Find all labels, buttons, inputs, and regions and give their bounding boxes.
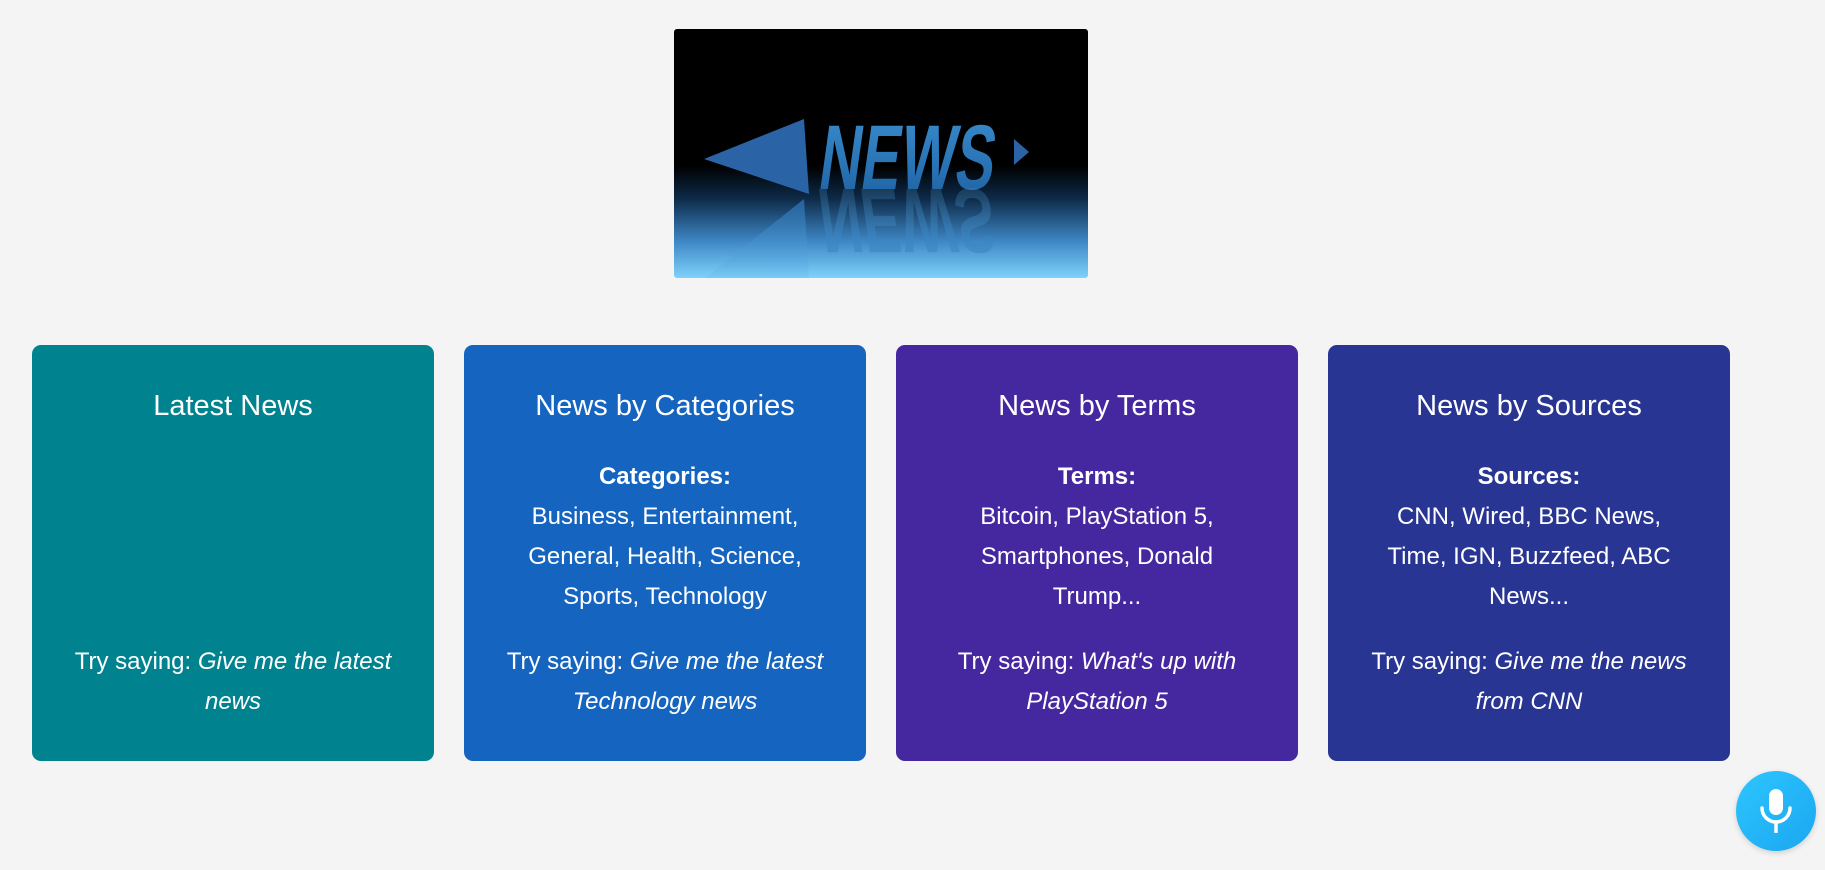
card-news-by-categories: News by Categories Categories: Business,… [464, 345, 866, 761]
card-title: News by Categories [535, 390, 795, 422]
microphone-icon [1760, 789, 1792, 833]
card-title: News by Sources [1416, 390, 1642, 422]
svg-text:NEWS: NEWS [812, 169, 1002, 272]
card-info-heading: Sources: [1477, 463, 1581, 490]
card-latest-news: Latest News Try saying: Give me the late… [32, 345, 434, 761]
card-title: Latest News [153, 390, 313, 422]
microphone-button[interactable] [1736, 771, 1816, 851]
card-example: Try saying: Give me the latest Technolog… [506, 648, 824, 715]
card-info-heading: Categories: [598, 463, 732, 490]
news-logo-image: NEWS NEWS [674, 29, 1088, 278]
card-info-heading: Terms: [1057, 463, 1137, 490]
card-news-by-sources: News by Sources Sources: CNN, Wired, BBC… [1328, 345, 1730, 761]
card-example: Try saying: What's up with PlayStation 5 [957, 648, 1237, 715]
card-info: Categories: Business, Entertainment, Gen… [504, 457, 826, 617]
card-info: Sources: CNN, Wired, BBC News, Time, IGN… [1368, 457, 1690, 617]
card-example: Try saying: Give me the latest news [74, 648, 392, 715]
logo-arrow-left [704, 119, 809, 194]
card-example: Try saying: Give me the news from CNN [1371, 648, 1687, 715]
card-news-by-terms: News by Terms Terms: Bitcoin, PlayStatio… [896, 345, 1298, 761]
card-info: Terms: Bitcoin, PlayStation 5, Smartphon… [936, 457, 1258, 617]
news-logo-graphic: NEWS NEWS [704, 105, 1029, 278]
card-title: News by Terms [998, 390, 1196, 422]
card-info-text: CNN, Wired, BBC News, Time, IGN, Buzzfee… [1387, 503, 1671, 610]
card-info-text: Bitcoin, PlayStation 5, Smartphones, Don… [980, 503, 1214, 610]
card-info-text: Business, Entertainment, General, Health… [528, 503, 802, 610]
